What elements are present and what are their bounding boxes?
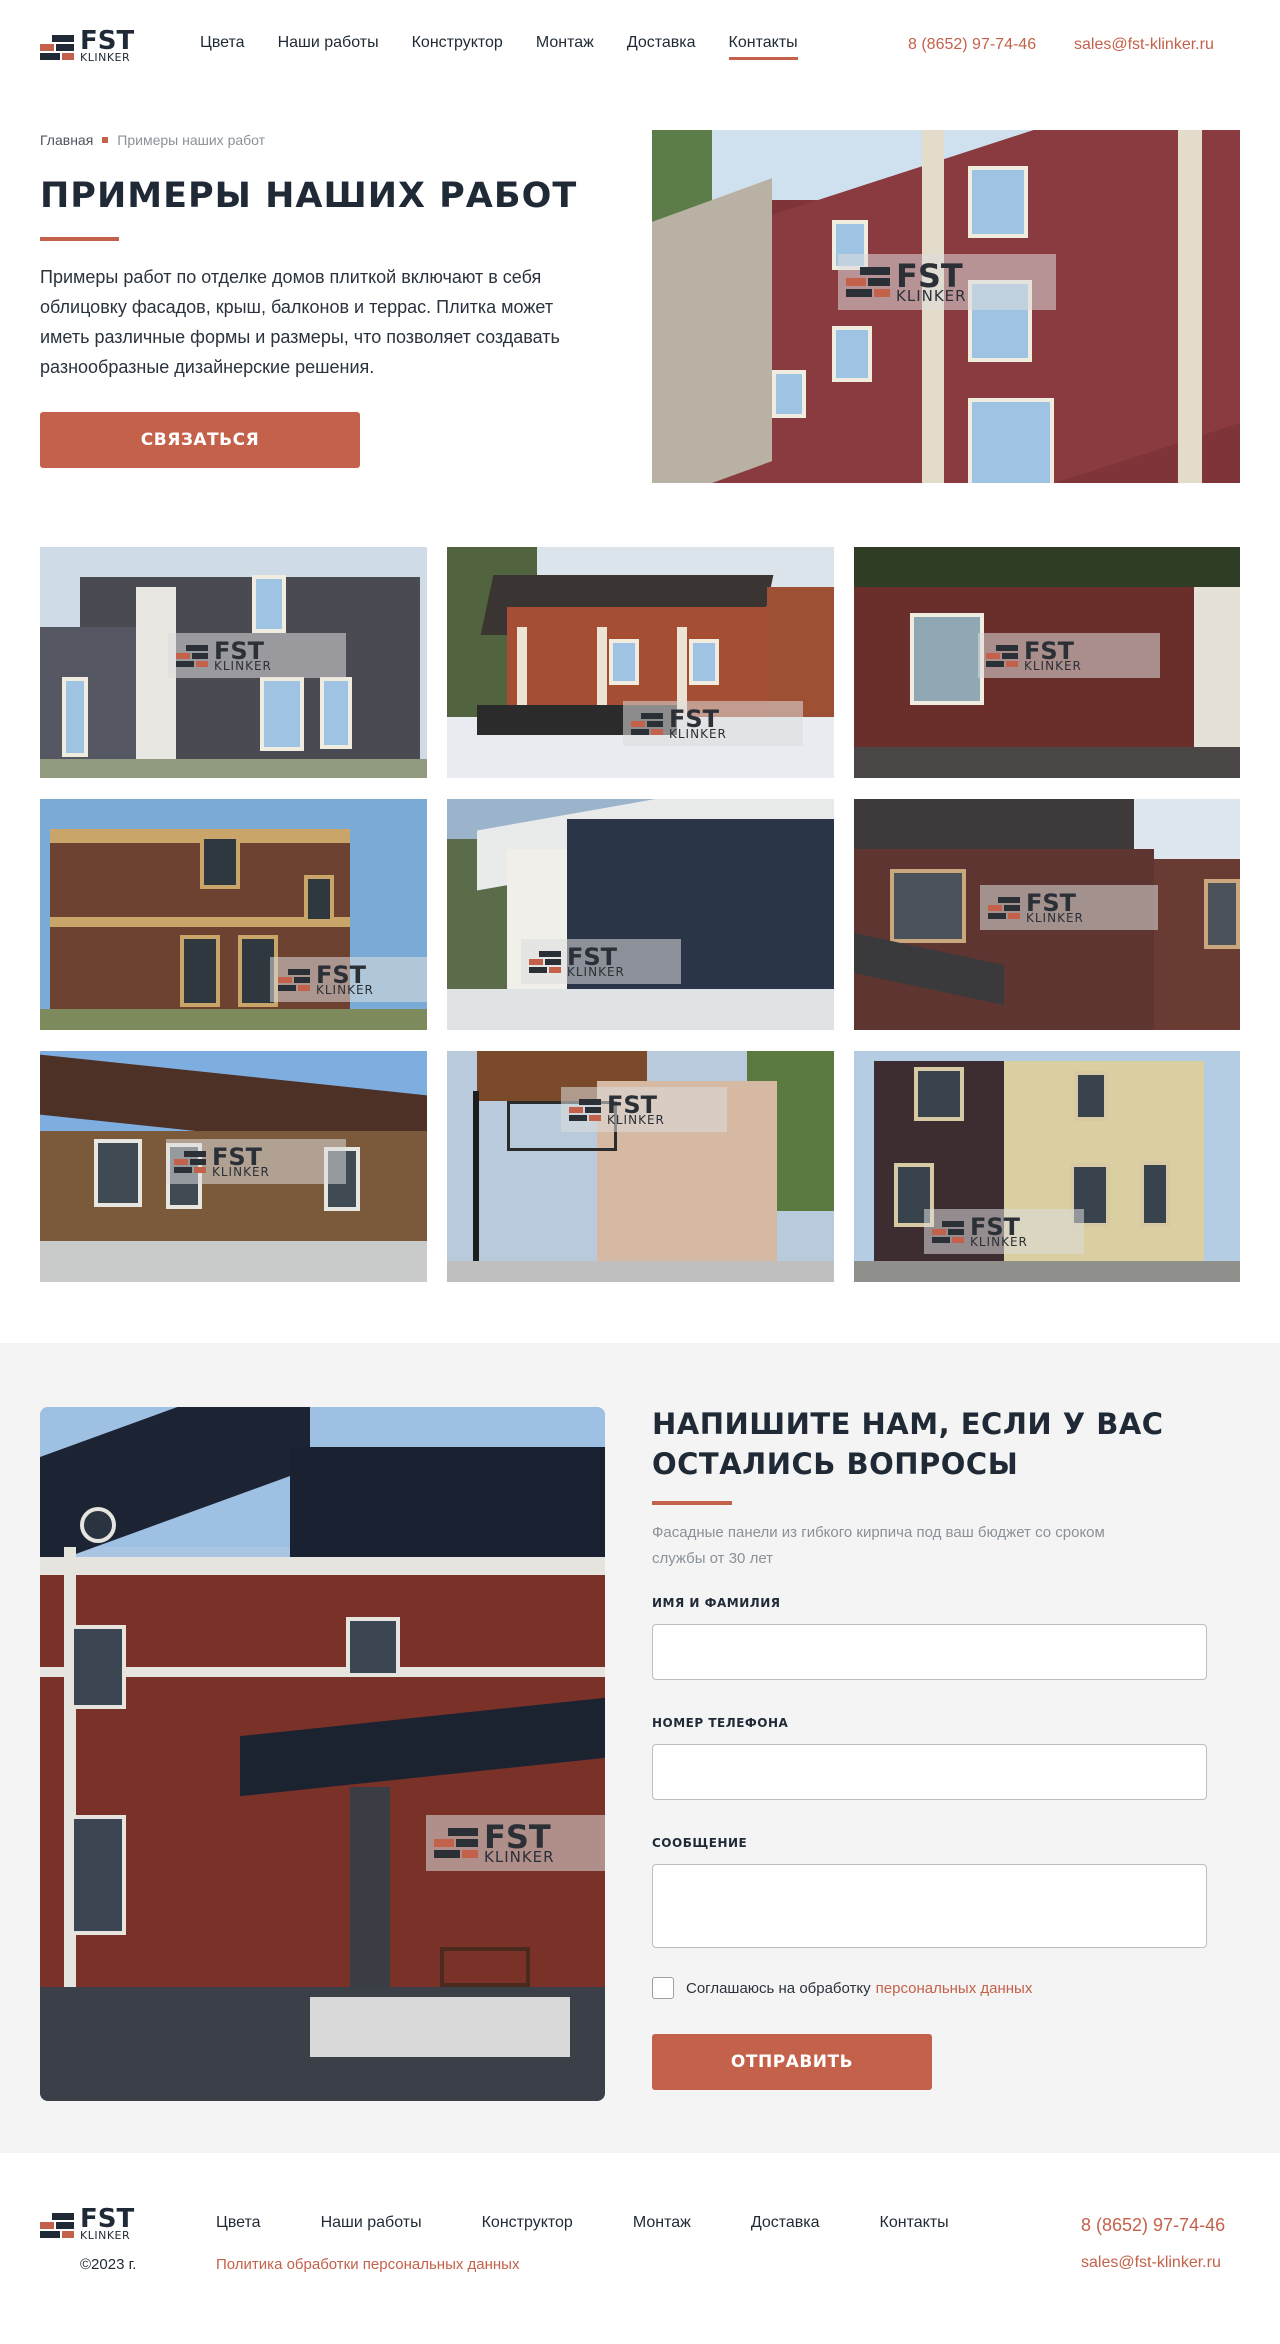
name-input[interactable]	[652, 1624, 1207, 1680]
consent-row: Соглашаюсь на обработку персональных дан…	[652, 1977, 1032, 1999]
footer-logo-sub-text: KLINKER	[80, 2229, 131, 2242]
gallery-watermark: FST KLINKER	[623, 701, 803, 746]
logo[interactable]: FST KLINKER	[40, 28, 134, 63]
consent-link[interactable]: персональных данных	[876, 1980, 1033, 1997]
contact-photo-watermark: FST KLINKER	[426, 1815, 605, 1871]
footer-email-link[interactable]: sales@fst-klinker.ru	[1081, 2254, 1221, 2272]
gallery-watermark: FST KLINKER	[924, 1209, 1084, 1254]
gallery-watermark: FST KLINKER	[980, 885, 1158, 930]
contact-us-button[interactable]: СВЯЗАТЬСЯ	[40, 412, 360, 468]
title-accent-line	[40, 237, 119, 241]
breadcrumb-separator-icon	[102, 137, 109, 143]
nav-works[interactable]: Наши работы	[278, 34, 379, 58]
gallery-watermark: FST KLINKER	[168, 633, 346, 678]
header-email-link[interactable]: sales@fst-klinker.ru	[1074, 36, 1214, 54]
gallery-photo[interactable]: FST KLINKER	[40, 1051, 427, 1282]
nav-installation[interactable]: Монтаж	[536, 34, 594, 58]
gallery-watermark: FST KLINKER	[561, 1087, 727, 1132]
breadcrumb: Главная Примеры наших работ	[40, 132, 265, 148]
footer-logo[interactable]: ©2023 г. FST KLINKER	[40, 2206, 134, 2241]
site-header: FST KLINKER Цвета Наши работы Конструкто…	[0, 0, 1280, 92]
gallery-photo[interactable]: FST KLINKER	[854, 799, 1240, 1030]
consent-text: Соглашаюсь на обработку	[686, 1979, 871, 1997]
logo-sub-text: KLINKER	[80, 51, 131, 64]
gallery-watermark: FST KLINKER	[521, 939, 681, 984]
gallery-photo[interactable]: FST KLINKER	[854, 1051, 1240, 1282]
contact-form-title: НАПИШИТЕ НАМ, ЕСЛИ У ВАС ОСТАЛИСЬ ВОПРОС…	[652, 1407, 1164, 1481]
footer-logo-bricks-icon	[40, 2210, 76, 2238]
name-field-label: ИМЯ И ФАМИЛИЯ	[652, 1596, 781, 1610]
contact-house-photo: FST KLINKER	[40, 1407, 605, 2101]
footer-nav-installation[interactable]: Монтаж	[633, 2214, 691, 2232]
hero-photo-watermark: FST KLINKER	[838, 254, 1056, 310]
phone-input[interactable]	[652, 1744, 1207, 1800]
gallery-photo[interactable]: FST KLINKER	[40, 547, 427, 778]
footer-nav-colors[interactable]: Цвета	[216, 2214, 261, 2232]
gallery-photo[interactable]: FST KLINKER	[854, 547, 1240, 778]
gallery-watermark: FST KLINKER	[978, 633, 1160, 678]
consent-checkbox[interactable]	[652, 1977, 674, 1999]
footer-nav-contacts[interactable]: Контакты	[880, 2214, 949, 2232]
copyright: ©2023 г.	[80, 2256, 137, 2273]
breadcrumb-home[interactable]: Главная	[40, 132, 93, 148]
footer-nav-delivery[interactable]: Доставка	[751, 2214, 820, 2232]
submit-button[interactable]: ОТПРАВИТЬ	[652, 2034, 932, 2090]
message-field-label: СООБЩЕНИЕ	[652, 1836, 748, 1850]
privacy-policy-link[interactable]: Политика обработки персональных данных	[216, 2256, 519, 2273]
form-title-accent-line	[652, 1501, 732, 1505]
header-phone-link[interactable]: 8 (8652) 97-74-46	[908, 36, 1036, 54]
page-title: ПРИМЕРЫ НАШИХ РАБОТ	[40, 176, 578, 216]
gallery-watermark: FST KLINKER	[166, 1139, 346, 1184]
footer-phone-link[interactable]: 8 (8652) 97-74-46	[1081, 2215, 1225, 2236]
gallery-watermark: FST KLINKER	[270, 957, 427, 1002]
watermark-bricks-icon	[846, 265, 892, 299]
message-textarea[interactable]	[652, 1864, 1207, 1948]
footer-nav-constructor[interactable]: Конструктор	[482, 2214, 573, 2232]
breadcrumb-current: Примеры наших работ	[117, 132, 266, 148]
phone-field-label: НОМЕР ТЕЛЕФОНА	[652, 1716, 789, 1730]
gallery-photo[interactable]: FST KLINKER	[447, 799, 834, 1030]
hero-intro-text: Примеры работ по отделке домов плиткой в…	[40, 267, 560, 377]
footer-nav-works[interactable]: Наши работы	[321, 2214, 422, 2232]
nav-contacts[interactable]: Контакты	[728, 34, 798, 60]
gallery-photo[interactable]: FST KLINKER	[447, 547, 834, 778]
nav-colors[interactable]: Цвета	[200, 34, 245, 58]
contact-form-subtitle: Фасадные панели из гибкого кирпича под в…	[652, 1524, 1105, 1567]
main-nav: Цвета Наши работы Конструктор Монтаж Дос…	[200, 34, 831, 60]
footer-nav: Цвета Наши работы Конструктор Монтаж Дос…	[216, 2214, 949, 2232]
hero-photo: FST KLINKER	[652, 130, 1240, 483]
logo-bricks-icon	[40, 32, 76, 60]
gallery-photo[interactable]: FST KLINKER	[40, 799, 427, 1030]
nav-delivery[interactable]: Доставка	[627, 34, 696, 58]
nav-constructor[interactable]: Конструктор	[412, 34, 503, 58]
gallery-photo[interactable]: FST KLINKER	[447, 1051, 834, 1282]
